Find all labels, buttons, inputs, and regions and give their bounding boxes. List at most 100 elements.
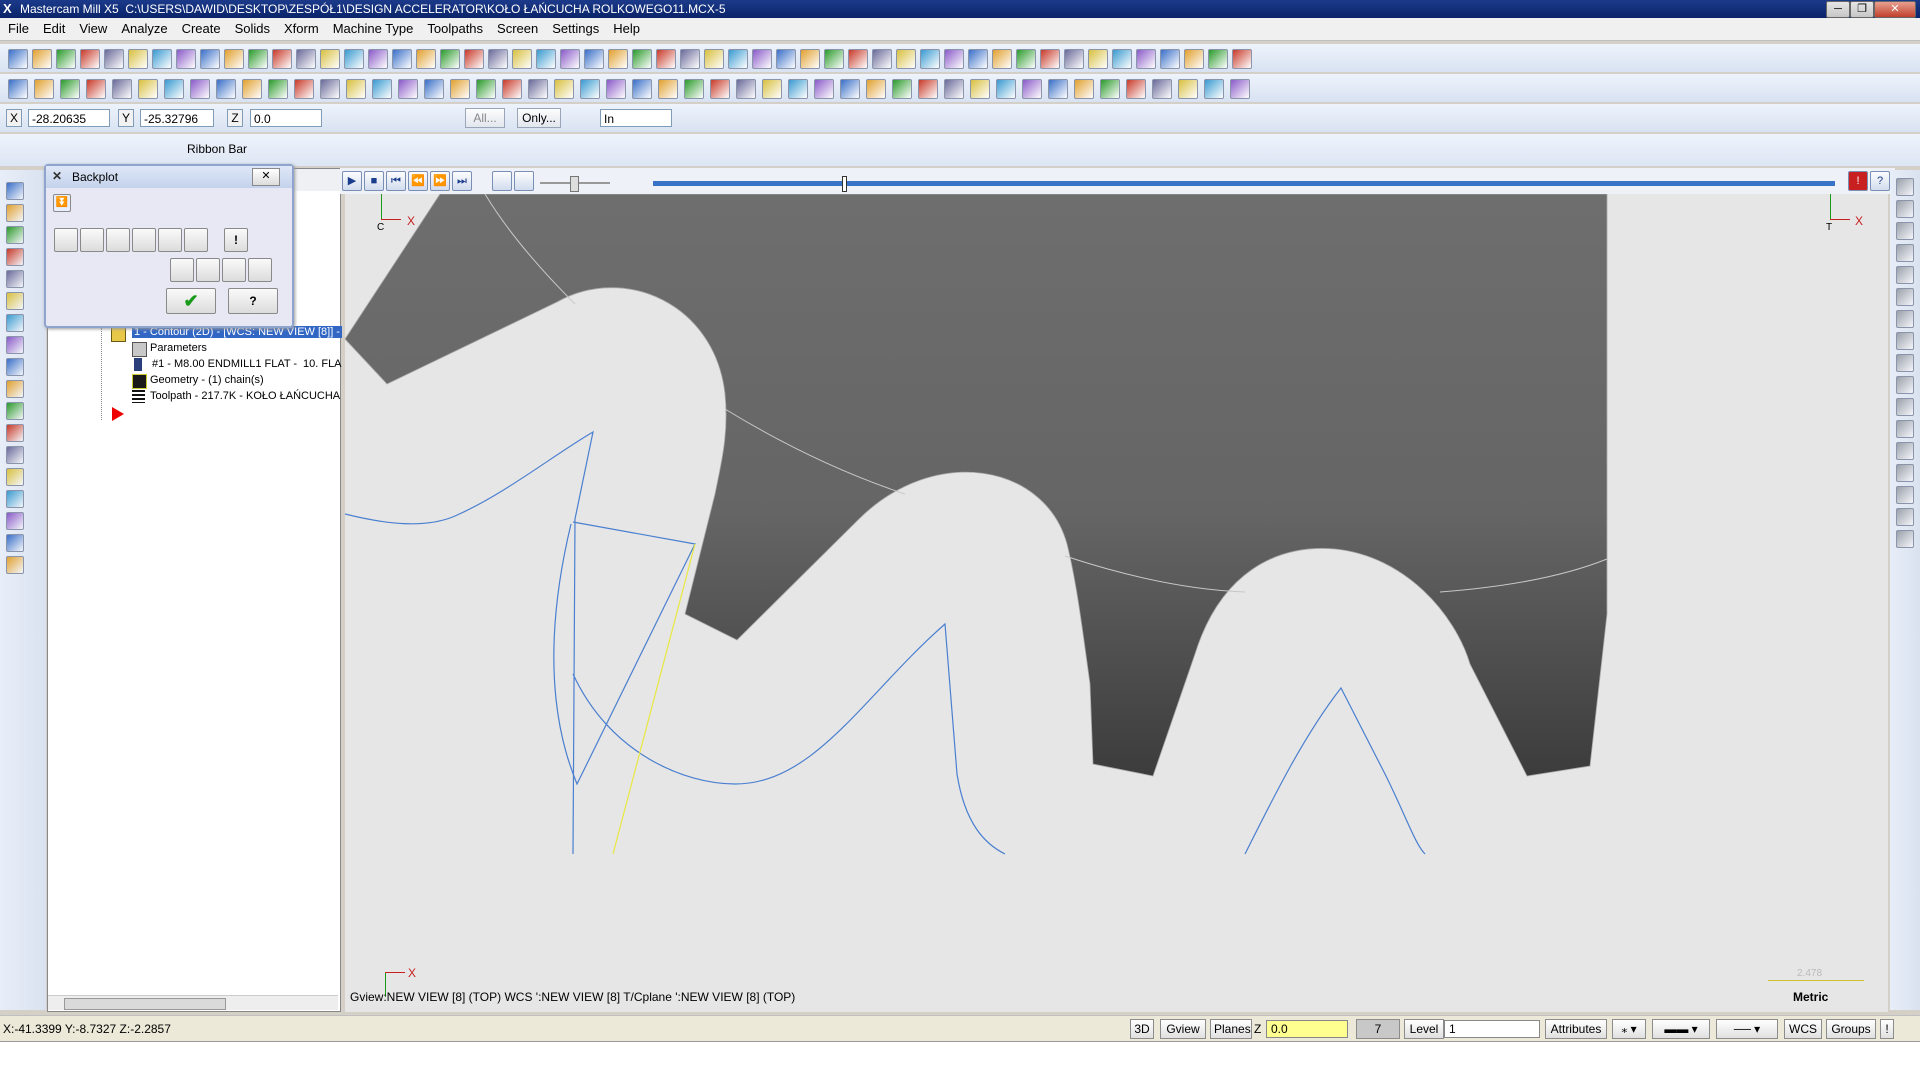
toolbar-tool-icon[interactable] bbox=[944, 49, 964, 69]
selection-mode-dropdown[interactable]: In bbox=[600, 109, 672, 127]
toolbar-tool-icon[interactable] bbox=[580, 79, 600, 99]
toolbar-tool-icon[interactable] bbox=[440, 49, 460, 69]
toolbar-tool-icon[interactable] bbox=[1160, 49, 1180, 69]
toolbar-tool-icon[interactable] bbox=[788, 79, 808, 99]
solid-tool-icon[interactable] bbox=[6, 292, 24, 310]
toolbar-tool-icon[interactable] bbox=[776, 49, 796, 69]
toolbar-tool-icon[interactable] bbox=[1074, 79, 1094, 99]
toolbar-tool-icon[interactable] bbox=[814, 79, 834, 99]
toolbar-tool-icon[interactable] bbox=[1022, 79, 1042, 99]
display-entity-icon[interactable] bbox=[158, 228, 182, 252]
tree-geometry[interactable]: Geometry - (1) chain(s) bbox=[150, 374, 264, 386]
color-button[interactable]: 7 bbox=[1356, 1019, 1400, 1039]
tree-tool-extra[interactable]: 10. FLA bbox=[303, 358, 342, 370]
insert-arrow-icon[interactable] bbox=[112, 407, 124, 421]
toolbar-tool-icon[interactable] bbox=[896, 49, 916, 69]
toolbar-tool-icon[interactable] bbox=[1016, 49, 1036, 69]
point-style-dropdown[interactable]: ⁎ ▾ bbox=[1612, 1019, 1646, 1039]
expand-icon[interactable]: ⏬ bbox=[53, 194, 71, 212]
view-tool-icon[interactable] bbox=[1896, 354, 1914, 372]
view-tool-icon[interactable] bbox=[1896, 244, 1914, 262]
toolbar-tool-icon[interactable] bbox=[8, 49, 28, 69]
toolbar-tool-icon[interactable] bbox=[710, 79, 730, 99]
toolbar-tool-icon[interactable] bbox=[60, 79, 80, 99]
toolbar-tool-icon[interactable] bbox=[892, 79, 912, 99]
tree-tool[interactable]: #1 - M8.00 ENDMILL1 FLAT - bbox=[152, 358, 297, 370]
toolbar-tool-icon[interactable] bbox=[608, 49, 628, 69]
toolbar-tool-icon[interactable] bbox=[528, 79, 548, 99]
toolbar-tool-icon[interactable] bbox=[536, 49, 556, 69]
toolbar-tool-icon[interactable] bbox=[606, 79, 626, 99]
info-icon[interactable]: ! bbox=[224, 228, 248, 252]
view-tool-icon[interactable] bbox=[1896, 530, 1914, 548]
toolbar-tool-icon[interactable] bbox=[248, 49, 268, 69]
status-info-button[interactable]: ! bbox=[1880, 1019, 1894, 1039]
toolbar-tool-icon[interactable] bbox=[996, 79, 1016, 99]
playbar-help-icon[interactable]: ? bbox=[1870, 171, 1890, 191]
view-tool-icon[interactable] bbox=[1896, 398, 1914, 416]
menu-screen[interactable]: Screen bbox=[489, 18, 544, 36]
toolbar-tool-icon[interactable] bbox=[346, 79, 366, 99]
maximize-button[interactable]: ❐ bbox=[1850, 1, 1874, 18]
z-depth-field[interactable]: 0.0 bbox=[1266, 1020, 1348, 1038]
menu-xform[interactable]: Xform bbox=[276, 18, 325, 36]
menu-settings[interactable]: Settings bbox=[544, 18, 605, 36]
toolbar-tool-icon[interactable] bbox=[840, 79, 860, 99]
toolbar-tool-icon[interactable] bbox=[294, 79, 314, 99]
view-tool-icon[interactable] bbox=[1896, 486, 1914, 504]
toolbar-tool-icon[interactable] bbox=[944, 79, 964, 99]
toolbar-tool-icon[interactable] bbox=[34, 79, 54, 99]
select-only-button[interactable]: Only... bbox=[517, 108, 561, 128]
toolbar-tool-icon[interactable] bbox=[560, 49, 580, 69]
scrollbar-thumb[interactable] bbox=[64, 998, 226, 1010]
toolbar-tool-icon[interactable] bbox=[242, 79, 262, 99]
toolbar-tool-icon[interactable] bbox=[32, 49, 52, 69]
toolbar-tool-icon[interactable] bbox=[684, 79, 704, 99]
y-coordinate-field[interactable]: -25.32796 bbox=[140, 109, 214, 127]
toolbar-tool-icon[interactable] bbox=[224, 49, 244, 69]
toolbar-tool-icon[interactable] bbox=[968, 49, 988, 69]
solid-tool-icon[interactable] bbox=[6, 204, 24, 222]
toolbar-tool-icon[interactable] bbox=[736, 79, 756, 99]
run-mode-icon[interactable] bbox=[514, 171, 534, 191]
toolbar-tool-icon[interactable] bbox=[164, 79, 184, 99]
toolpath-info-icon[interactable] bbox=[170, 258, 194, 282]
solid-tool-icon[interactable] bbox=[6, 380, 24, 398]
toolbar-tool-icon[interactable] bbox=[970, 79, 990, 99]
display-path-icon[interactable] bbox=[54, 228, 78, 252]
view-tool-icon[interactable] bbox=[1896, 376, 1914, 394]
toolbar-tool-icon[interactable] bbox=[824, 49, 844, 69]
solid-tool-icon[interactable] bbox=[6, 490, 24, 508]
toolbar-tool-icon[interactable] bbox=[56, 49, 76, 69]
toolbar-tool-icon[interactable] bbox=[1152, 79, 1172, 99]
toolbar-tool-icon[interactable] bbox=[138, 79, 158, 99]
menu-help[interactable]: Help bbox=[605, 18, 646, 36]
toolbar-tool-icon[interactable] bbox=[272, 49, 292, 69]
menu-edit[interactable]: Edit bbox=[35, 18, 71, 36]
toolbar-tool-icon[interactable] bbox=[1048, 79, 1068, 99]
help-button[interactable]: ? bbox=[228, 288, 278, 314]
toolbar-tool-icon[interactable] bbox=[1040, 49, 1060, 69]
display-rapid-icon[interactable] bbox=[132, 228, 156, 252]
view-tool-icon[interactable] bbox=[1896, 508, 1914, 526]
menu-file[interactable]: File bbox=[0, 18, 35, 36]
toolbar-tool-icon[interactable] bbox=[554, 79, 574, 99]
y-label[interactable]: Y bbox=[118, 109, 134, 127]
menu-create[interactable]: Create bbox=[174, 18, 227, 36]
toolbar-tool-icon[interactable] bbox=[658, 79, 678, 99]
toolbar-tool-icon[interactable] bbox=[368, 49, 388, 69]
toolbar-tool-icon[interactable] bbox=[918, 79, 938, 99]
toolbar-tool-icon[interactable] bbox=[398, 79, 418, 99]
minimize-button[interactable]: ─ bbox=[1826, 1, 1850, 18]
save-icon[interactable] bbox=[248, 258, 272, 282]
toolbar-tool-icon[interactable] bbox=[1232, 49, 1252, 69]
wcs-button[interactable]: WCS bbox=[1784, 1019, 1822, 1039]
solid-tool-icon[interactable] bbox=[6, 402, 24, 420]
solid-tool-icon[interactable] bbox=[6, 270, 24, 288]
tree-toolpath[interactable]: Toolpath - 217.7K - KOŁO ŁAŃCUCHA bbox=[150, 390, 340, 402]
progress-bar[interactable] bbox=[653, 181, 1835, 186]
toolbar-tool-icon[interactable] bbox=[752, 49, 772, 69]
toolbar-tool-icon[interactable] bbox=[216, 79, 236, 99]
gview-button[interactable]: Gview bbox=[1160, 1019, 1206, 1039]
attributes-button[interactable]: Attributes bbox=[1545, 1019, 1607, 1039]
